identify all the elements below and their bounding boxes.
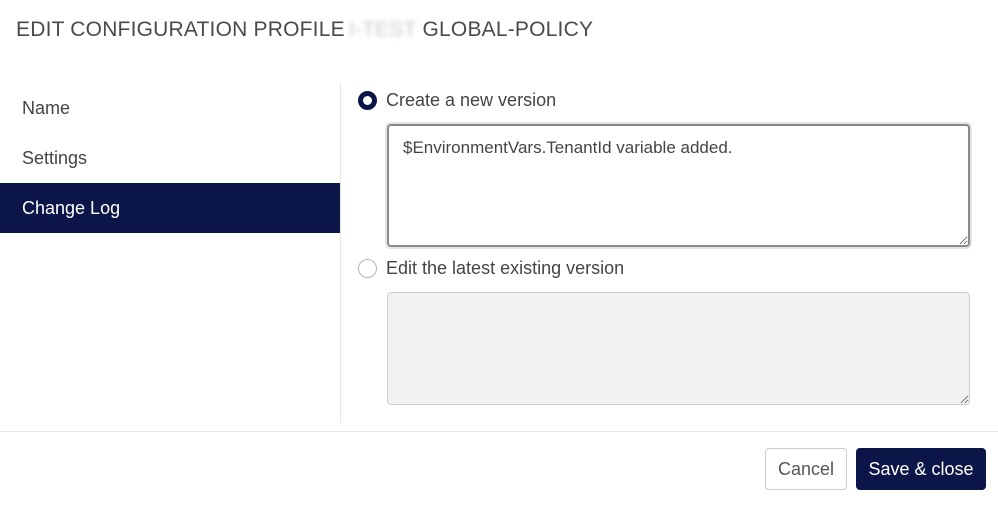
vertical-divider [340,83,341,423]
dialog-title: EDIT CONFIGURATION PROFILE I-TEST GLOBAL-P… [16,18,593,42]
dialog-title-suffix: GLOBAL-POLICY [422,18,594,41]
cancel-button[interactable]: Cancel [765,448,847,490]
sidebar-item-settings[interactable]: Settings [0,133,340,183]
create-new-version-option[interactable]: Create a new version [358,90,556,111]
redacted-profile-name: I-TEST [348,18,417,41]
new-version-textarea[interactable]: $EnvironmentVars.TenantId variable added… [387,124,970,247]
save-and-close-button[interactable]: Save & close [856,448,986,490]
edit-existing-version-radio[interactable] [358,259,377,278]
footer-divider [0,431,998,432]
sidebar-nav: Name Settings Change Log [0,83,340,233]
sidebar-item-name[interactable]: Name [0,83,340,133]
dialog-title-prefix: EDIT CONFIGURATION PROFILE [16,18,345,41]
edit-existing-version-label: Edit the latest existing version [386,258,625,278]
existing-version-textarea [387,292,970,405]
create-new-version-radio[interactable] [358,91,377,110]
sidebar-item-change-log[interactable]: Change Log [0,183,340,233]
create-new-version-label: Create a new version [386,90,557,110]
edit-existing-version-option[interactable]: Edit the latest existing version [358,258,624,279]
